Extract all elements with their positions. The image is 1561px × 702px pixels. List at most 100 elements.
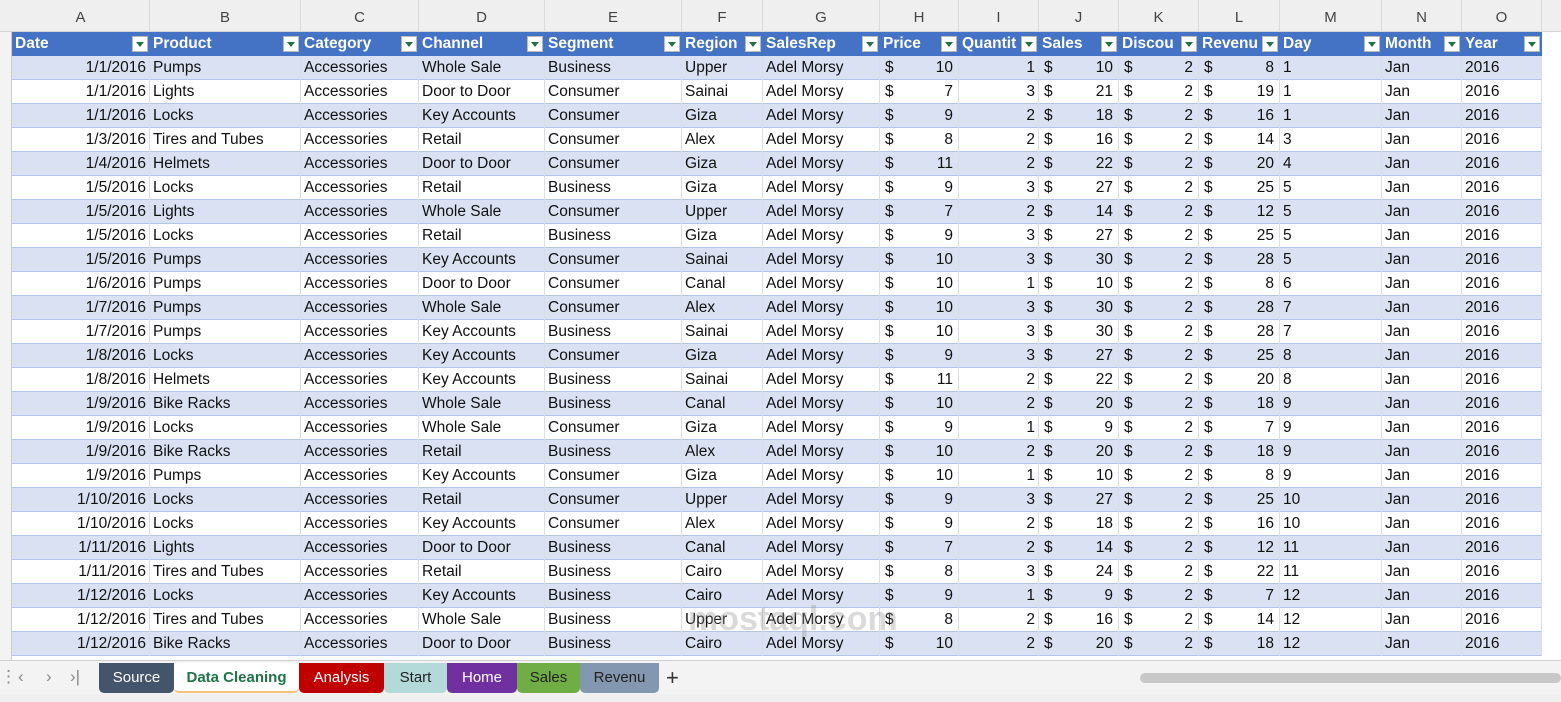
cell-discou[interactable]: $2: [1119, 464, 1199, 488]
column-header-d[interactable]: D: [419, 0, 545, 32]
cell-year[interactable]: 2016: [1462, 248, 1542, 272]
cell-month[interactable]: Jan: [1382, 56, 1462, 80]
cell-discou[interactable]: $2: [1119, 560, 1199, 584]
cell-channel[interactable]: Key Accounts: [419, 584, 545, 608]
cell-year[interactable]: 2016: [1462, 176, 1542, 200]
cell-segment[interactable]: Consumer: [545, 296, 682, 320]
cell-year[interactable]: 2016: [1462, 200, 1542, 224]
cell-date[interactable]: 1/5/2016: [12, 224, 150, 248]
cell-channel[interactable]: Door to Door: [419, 632, 545, 656]
cell-salesrep[interactable]: Adel Morsy: [763, 560, 880, 584]
cell-product[interactable]: Pumps: [150, 320, 301, 344]
cell-channel[interactable]: Key Accounts: [419, 464, 545, 488]
cell-product[interactable]: Bike Racks: [150, 440, 301, 464]
column-header-o[interactable]: O: [1462, 0, 1542, 32]
cell-day[interactable]: 1: [1280, 80, 1382, 104]
cell-day[interactable]: 12: [1280, 584, 1382, 608]
header-cell[interactable]: SalesRep: [763, 32, 880, 56]
cell-category[interactable]: Accessories: [301, 440, 419, 464]
cell-category[interactable]: Accessories: [301, 200, 419, 224]
cell-product[interactable]: Pumps: [150, 272, 301, 296]
column-header-i[interactable]: I: [959, 0, 1039, 32]
cell-channel[interactable]: Whole Sale: [419, 608, 545, 632]
cell-category[interactable]: Accessories: [301, 488, 419, 512]
cell-year[interactable]: 2016: [1462, 344, 1542, 368]
cell-segment[interactable]: Business: [545, 320, 682, 344]
cell-salesrep[interactable]: Adel Morsy: [763, 344, 880, 368]
cell-salesrep[interactable]: Adel Morsy: [763, 128, 880, 152]
cell-revenu[interactable]: $22: [1199, 560, 1280, 584]
cell-sales[interactable]: $18: [1039, 104, 1119, 128]
cell-date[interactable]: 1/1/2016: [12, 80, 150, 104]
cell-channel[interactable]: Door to Door: [419, 536, 545, 560]
cell-category[interactable]: Accessories: [301, 608, 419, 632]
cell-product[interactable]: Locks: [150, 224, 301, 248]
cell-salesrep[interactable]: Adel Morsy: [763, 152, 880, 176]
cell-price[interactable]: $9: [880, 488, 959, 512]
cell-region[interactable]: Alex: [682, 128, 763, 152]
scroll-last-icon[interactable]: ›|: [70, 667, 80, 687]
cell-salesrep[interactable]: Adel Morsy: [763, 416, 880, 440]
cell-day[interactable]: 9: [1280, 416, 1382, 440]
column-header-f[interactable]: F: [682, 0, 763, 32]
cell-price[interactable]: $9: [880, 416, 959, 440]
cell-product[interactable]: Bike Racks: [150, 392, 301, 416]
cell-month[interactable]: Jan: [1382, 128, 1462, 152]
cell-segment[interactable]: Consumer: [545, 488, 682, 512]
cell-revenu[interactable]: $28: [1199, 296, 1280, 320]
cell-salesrep[interactable]: Adel Morsy: [763, 440, 880, 464]
cell-sales[interactable]: $30: [1039, 320, 1119, 344]
cell-segment[interactable]: Consumer: [545, 128, 682, 152]
cell-product[interactable]: Pumps: [150, 56, 301, 80]
column-header-e[interactable]: E: [545, 0, 682, 32]
header-cell[interactable]: Discou: [1119, 32, 1199, 56]
cell-product[interactable]: Locks: [150, 104, 301, 128]
cell-region[interactable]: Giza: [682, 344, 763, 368]
cell-date[interactable]: 1/5/2016: [12, 248, 150, 272]
cell-region[interactable]: Sainai: [682, 368, 763, 392]
cell-segment[interactable]: Business: [545, 224, 682, 248]
cell-channel[interactable]: Retail: [419, 560, 545, 584]
cell-quantit[interactable]: 3: [959, 296, 1039, 320]
cell-year[interactable]: 2016: [1462, 104, 1542, 128]
cell-price[interactable]: $9: [880, 512, 959, 536]
cell-sales[interactable]: $24: [1039, 560, 1119, 584]
cell-quantit[interactable]: 2: [959, 104, 1039, 128]
cell-channel[interactable]: Door to Door: [419, 80, 545, 104]
cell-quantit[interactable]: 2: [959, 368, 1039, 392]
cell-date[interactable]: 1/12/2016: [12, 584, 150, 608]
cell-year[interactable]: 2016: [1462, 224, 1542, 248]
cell-day[interactable]: 6: [1280, 272, 1382, 296]
cell-sales[interactable]: $14: [1039, 536, 1119, 560]
cell-category[interactable]: Accessories: [301, 512, 419, 536]
cell-year[interactable]: 2016: [1462, 128, 1542, 152]
header-cell[interactable]: Revenu: [1199, 32, 1280, 56]
cell-product[interactable]: Locks: [150, 344, 301, 368]
filter-dropdown-icon[interactable]: [862, 36, 878, 52]
filter-dropdown-icon[interactable]: [664, 36, 680, 52]
cell-quantit[interactable]: 2: [959, 200, 1039, 224]
cell-category[interactable]: Accessories: [301, 416, 419, 440]
cell-region[interactable]: Giza: [682, 152, 763, 176]
cell-month[interactable]: Jan: [1382, 632, 1462, 656]
cell-day[interactable]: 10: [1280, 512, 1382, 536]
cell-discou[interactable]: $2: [1119, 152, 1199, 176]
cell-segment[interactable]: Consumer: [545, 512, 682, 536]
cell-region[interactable]: Upper: [682, 200, 763, 224]
cell-price[interactable]: $8: [880, 560, 959, 584]
cell-region[interactable]: Sainai: [682, 80, 763, 104]
cell-discou[interactable]: $2: [1119, 56, 1199, 80]
cell-product[interactable]: Locks: [150, 584, 301, 608]
sheet-tab-revenu[interactable]: Revenu: [580, 663, 659, 693]
cell-category[interactable]: Accessories: [301, 128, 419, 152]
cell-category[interactable]: Accessories: [301, 56, 419, 80]
cell-region[interactable]: Alex: [682, 296, 763, 320]
cell-day[interactable]: 4: [1280, 152, 1382, 176]
cell-quantit[interactable]: 1: [959, 56, 1039, 80]
sheet-tab-analysis[interactable]: Analysis: [299, 663, 384, 693]
cell-region[interactable]: Giza: [682, 224, 763, 248]
cell-revenu[interactable]: $7: [1199, 584, 1280, 608]
cell-channel[interactable]: Retail: [419, 224, 545, 248]
header-cell[interactable]: Category: [301, 32, 419, 56]
cell-revenu[interactable]: $25: [1199, 224, 1280, 248]
